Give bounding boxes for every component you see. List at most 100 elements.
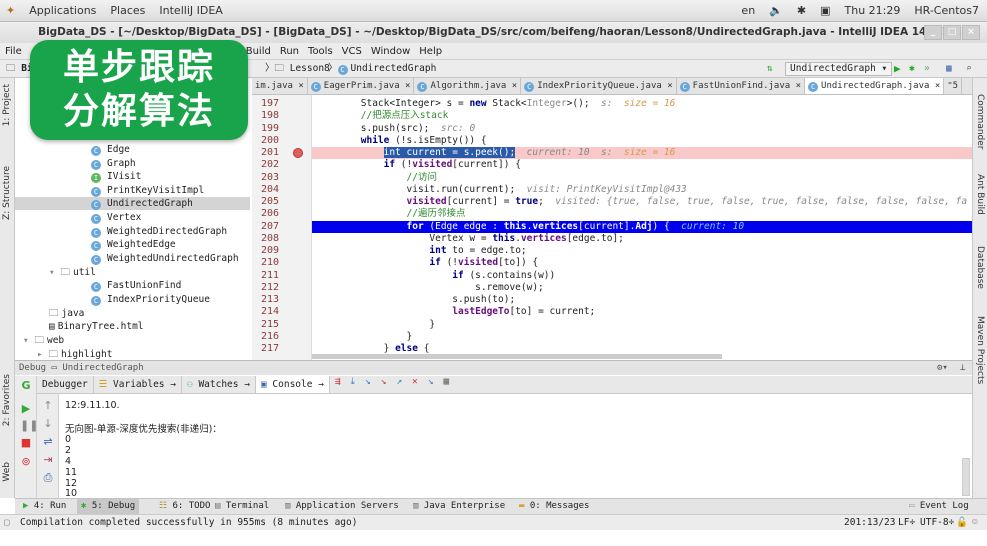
tree-item[interactable]: C Graph (15, 157, 250, 170)
code-line[interactable]: lastEdgeTo[to] = current; (315, 306, 972, 318)
tree-item[interactable]: C PrintKeyVisitImpl (15, 184, 250, 197)
tree-item[interactable]: C UndirectedGraph (15, 197, 250, 210)
line-number[interactable]: 217 (261, 343, 279, 355)
tab-indexpriorityqueue[interactable]: C IndexPriorityQueue.java × (521, 78, 677, 94)
line-number[interactable]: 211 (261, 270, 279, 282)
tab-eagerprim[interactable]: C EagerPrim.java × (308, 78, 415, 94)
todo-tool-button[interactable]: ☷ 6: TODO (155, 499, 214, 514)
breakpoint-icon[interactable] (293, 148, 303, 158)
editor-horizontal-scrollbar[interactable] (312, 354, 722, 359)
line-number[interactable]: 208 (261, 233, 279, 245)
show-execution-point-icon[interactable]: ⇶ (335, 376, 341, 393)
clock[interactable]: Thu 21:29 (845, 4, 901, 17)
resume-icon[interactable]: ▶ (20, 403, 32, 415)
tabs-overflow-button[interactable]: ⁼5 (944, 78, 963, 94)
pause-icon[interactable]: ❚❚ (20, 420, 38, 432)
code-line[interactable]: visited[current] = true; visited: {true,… (315, 196, 972, 208)
applications-menu[interactable]: Applications (29, 4, 96, 17)
line-number[interactable]: 204 (261, 184, 279, 196)
status-message[interactable]: Compilation completed successfully in 95… (20, 515, 357, 530)
line-number[interactable]: 212 (261, 282, 279, 294)
project-structure-icon[interactable]: ▦ (946, 60, 952, 78)
caret-position[interactable]: 201:13/23 (844, 515, 895, 530)
debug-icon[interactable]: ✱ (909, 60, 915, 78)
maven-tool-button[interactable]: Maven Projects (975, 316, 985, 384)
commander-tool-button[interactable]: Commander (975, 94, 985, 150)
code-line[interactable]: //访问 (315, 172, 972, 184)
database-tool-button[interactable]: Database (975, 246, 985, 289)
code-line[interactable]: //把源点压入stack (315, 110, 972, 122)
run-tool-button[interactable]: ▶ 4: Run (19, 499, 70, 514)
line-number[interactable]: 197 (261, 98, 279, 110)
event-log-button[interactable]: ▭ Event Log (905, 499, 973, 514)
hide-icon[interactable]: ⊥ (960, 361, 965, 375)
crumb-undirectedgraph[interactable]: 〉 C UndirectedGraph (328, 60, 436, 78)
step-over-icon[interactable]: ⤓ (351, 376, 355, 393)
minimize-button[interactable]: _ (924, 25, 942, 40)
bluetooth-icon[interactable]: ✱ (797, 4, 806, 17)
expand-arrow-icon[interactable]: ▾ (49, 267, 60, 278)
project-tool-button[interactable]: 1: Project (2, 84, 12, 126)
line-number[interactable]: 203 (261, 172, 279, 184)
evaluate-expression-icon[interactable]: ▦ (444, 376, 450, 393)
code-line[interactable]: int current = s.peek(); current: 10 s: s… (312, 147, 972, 160)
run-config-select[interactable]: UndirectedGraph ▾ (785, 62, 893, 76)
scroll-to-end-icon[interactable]: ⇥ (42, 454, 54, 466)
tree-item[interactable]: 🗀 java (15, 307, 250, 320)
print-icon[interactable]: ⎙ (42, 472, 54, 484)
tab-fastunionfind[interactable]: C FastUnionFind.java × (677, 78, 806, 94)
web-tool-button[interactable]: Web (2, 462, 12, 482)
inspector-icon[interactable]: ☺ (972, 515, 978, 530)
code-line[interactable]: Stack<Integer> s = new Stack<Integer>();… (315, 98, 972, 110)
host-name[interactable]: HR-Centos7 (914, 4, 979, 17)
tab-undirectedgraph[interactable]: C UndirectedGraph.java × (805, 78, 945, 94)
crumb-lesson8[interactable]: 〉🗀 Lesson8 (265, 60, 330, 78)
tab-prim[interactable]: im.java × (252, 78, 308, 94)
tab-console[interactable]: ▣ Console → (255, 376, 330, 393)
coverage-icon[interactable]: » (924, 60, 930, 78)
encoding[interactable]: UTF-8÷ (920, 515, 954, 530)
code-line[interactable]: } (315, 319, 972, 331)
favorites-tool-button[interactable]: 2: Favorites (2, 374, 12, 426)
structure-tool-button[interactable]: Z: Structure (2, 166, 12, 220)
tree-item[interactable]: I IVisit (15, 170, 250, 183)
tab-watches[interactable]: ⚇ Watches → (182, 376, 256, 393)
code-line[interactable]: if (s.contains(w)) (315, 270, 972, 282)
line-number[interactable]: 209 (261, 245, 279, 257)
code-line[interactable]: if (!visited[to]) { (315, 257, 972, 269)
line-number[interactable]: 213 (261, 294, 279, 306)
search-icon[interactable]: ⌕ (966, 60, 972, 78)
menu-window[interactable]: Window (371, 46, 410, 57)
java-enterprise-tool-button[interactable]: ▥ Java Enterprise (409, 499, 509, 514)
terminal-tool-button[interactable]: ▤ Terminal (211, 499, 273, 514)
step-out-icon[interactable]: ↗ (396, 376, 402, 393)
tree-item[interactable]: ▾ 🗀 web (15, 334, 250, 347)
code-line[interactable]: s.push(src); src: 0 (315, 123, 972, 135)
tree-item[interactable]: C Edge (15, 143, 250, 156)
line-number[interactable]: 214 (261, 306, 279, 318)
tree-item[interactable]: C FastUnionFind (15, 279, 250, 292)
up-arrow-icon[interactable]: ↑ (42, 400, 54, 412)
tree-item[interactable]: C Vertex (15, 211, 250, 224)
console-scrollbar[interactable] (962, 458, 970, 496)
view-breakpoints-icon[interactable]: ⊚ (20, 456, 32, 468)
tab-variables[interactable]: ☰ Variables → (94, 376, 182, 393)
settings-icon[interactable]: ⚙▾ (937, 361, 948, 375)
code-line[interactable]: Vertex w = this.vertices[edge.to]; (315, 233, 972, 245)
places-menu[interactable]: Places (110, 4, 145, 17)
tree-item[interactable]: ▾ 🗀 util (15, 266, 250, 279)
tree-item[interactable]: ▸ 🗀 highlight (15, 348, 250, 360)
debug-tool-button[interactable]: ✱ 5: Debug (77, 499, 140, 514)
network-icon[interactable]: ▣ (820, 4, 830, 17)
messages-tool-button[interactable]: ▬ 0: Messages (515, 499, 593, 514)
step-into-icon[interactable]: ↘ (365, 376, 371, 393)
debug-config-tab[interactable]: ▭ UndirectedGraph (52, 363, 144, 373)
code-line[interactable]: while (!s.isEmpty()) { (315, 135, 972, 147)
menu-help[interactable]: Help (419, 46, 442, 57)
close-button[interactable]: × (962, 25, 980, 40)
line-separator[interactable]: LF÷ (898, 515, 915, 530)
code-line[interactable]: int to = edge.to; (315, 245, 972, 257)
tree-item[interactable]: C WeightedEdge (15, 238, 250, 251)
tab-debugger[interactable]: Debugger (37, 376, 94, 393)
line-number[interactable]: 206 (261, 208, 279, 220)
